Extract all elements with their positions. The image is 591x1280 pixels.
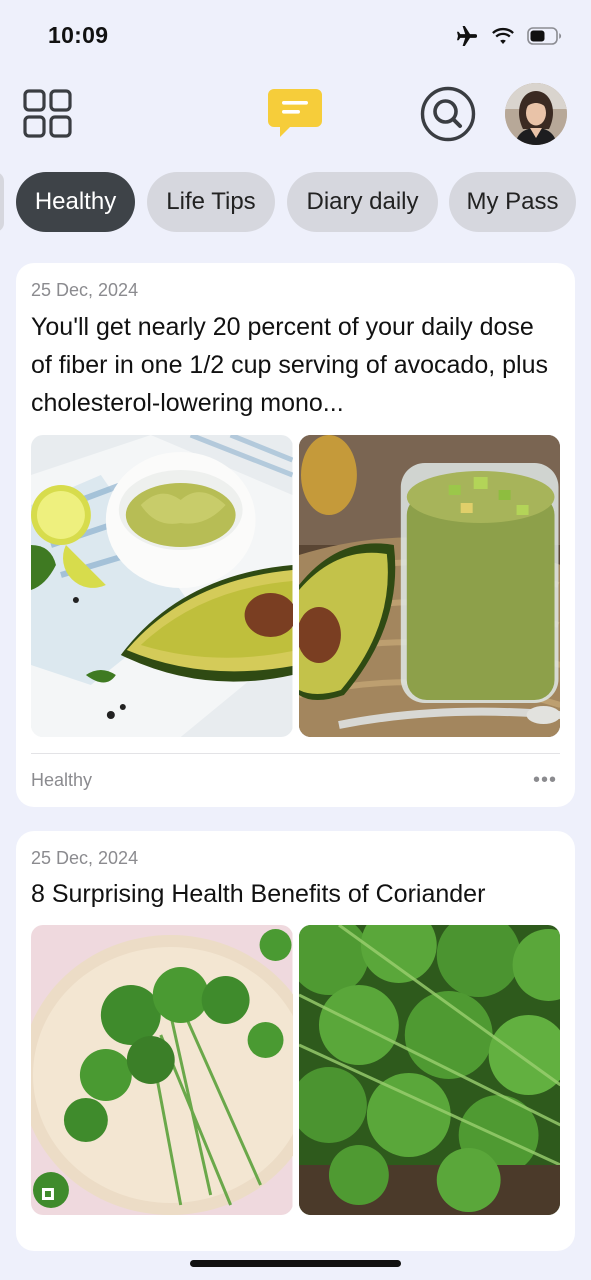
category-tabs: Healthy Life Tips Diary daily My Pass <box>0 172 591 232</box>
post-card[interactable]: 25 Dec, 2024 8 Surprising Health Benefit… <box>16 831 575 1251</box>
post-card[interactable]: 25 Dec, 2024 You'll get nearly 20 percen… <box>16 263 575 807</box>
avatar-photo <box>505 83 567 145</box>
coriander-plate-image[interactable] <box>31 925 293 1215</box>
messages-button[interactable] <box>266 87 324 141</box>
tab-diary-daily[interactable]: Diary daily <box>287 172 438 232</box>
status-time: 10:09 <box>48 22 109 48</box>
post-date: 25 Dec, 2024 <box>31 280 139 300</box>
avocado-dip-image[interactable] <box>31 435 293 737</box>
home-indicator[interactable] <box>190 1260 401 1267</box>
airplane-icon <box>457 26 477 46</box>
app-header <box>0 80 591 150</box>
chat-icon <box>268 89 322 137</box>
card-divider <box>31 753 560 754</box>
user-avatar[interactable] <box>505 83 567 145</box>
search-icon <box>420 86 476 142</box>
post-tag[interactable]: Healthy <box>31 770 92 791</box>
tab-previous-partial[interactable] <box>0 172 4 232</box>
tab-life-tips[interactable]: Life Tips <box>147 172 275 232</box>
app-screen: 10:09 Healthy Life Tips Diary daily My P… <box>0 0 591 1280</box>
grid-icon <box>23 89 72 138</box>
post-images <box>31 435 560 737</box>
avocado-smoothie-image[interactable] <box>298 435 560 737</box>
post-title[interactable]: You'll get nearly 20 percent of your dai… <box>31 308 557 422</box>
tab-my-pass[interactable]: My Pass <box>449 172 576 232</box>
post-date: 25 Dec, 2024 <box>31 848 139 868</box>
tab-healthy[interactable]: Healthy <box>16 172 135 232</box>
more-options-button[interactable]: ••• <box>533 769 557 792</box>
wifi-icon <box>492 27 514 44</box>
menu-grid-button[interactable] <box>22 88 74 140</box>
status-icons <box>455 25 563 47</box>
battery-icon <box>527 27 562 45</box>
status-bar: 10:09 <box>0 0 591 70</box>
coriander-closeup-image[interactable] <box>298 925 560 1215</box>
post-images <box>31 925 560 1215</box>
post-title[interactable]: 8 Surprising Health Benefits of Coriande… <box>31 875 557 913</box>
search-button[interactable] <box>420 86 476 142</box>
